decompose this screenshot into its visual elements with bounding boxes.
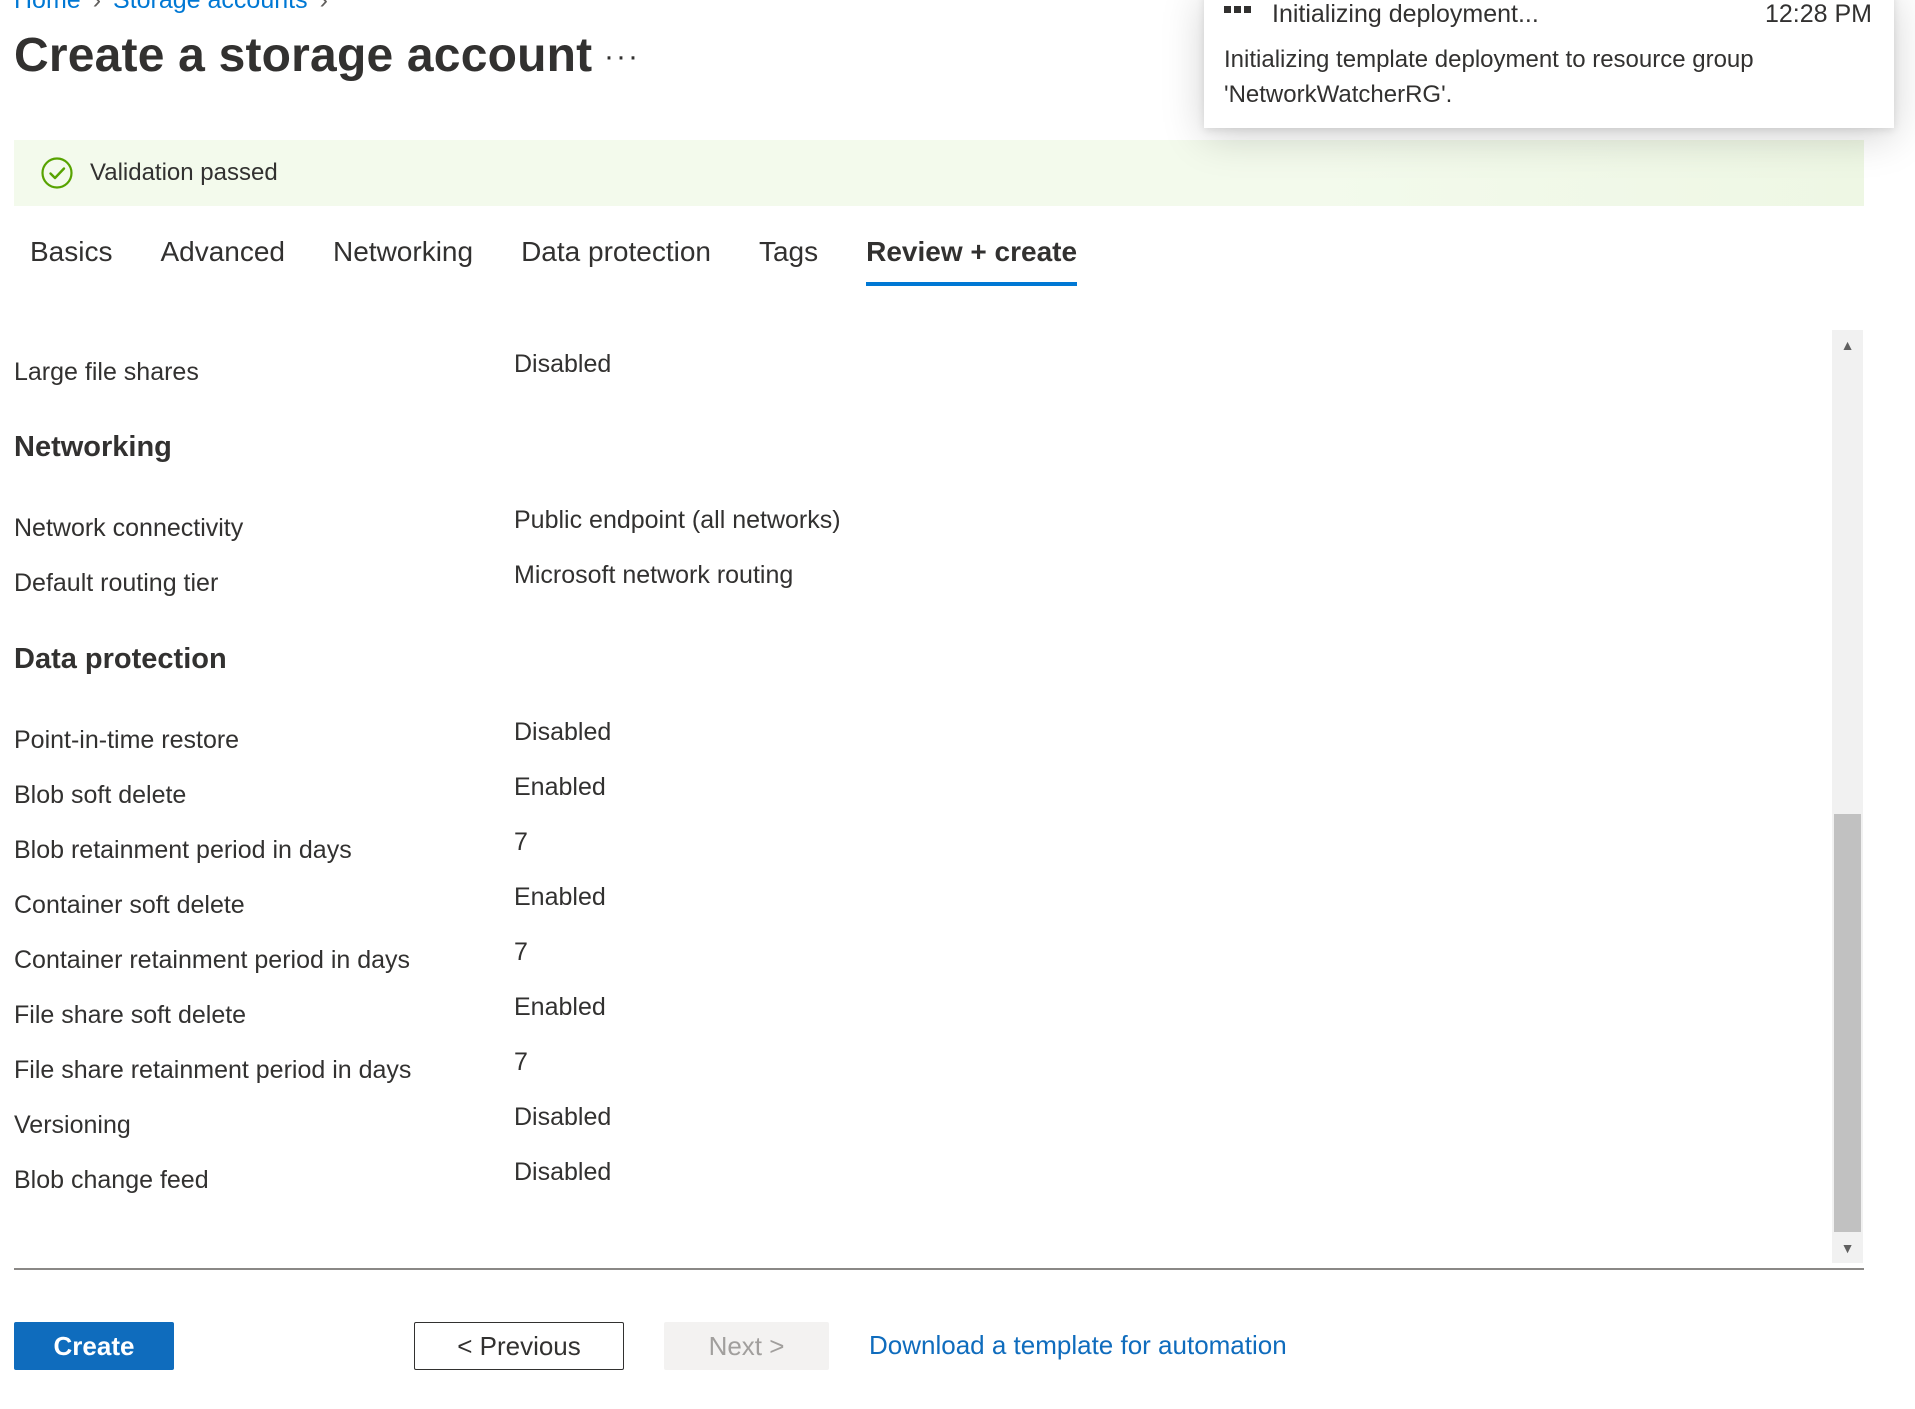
summary-row-blob-soft-delete: Blob soft delete Enabled [14,773,1814,813]
summary-value: Enabled [514,883,606,911]
notification-title: Initializing deployment... [1272,0,1539,28]
tab-basics[interactable]: Basics [30,232,112,286]
scrollbar-thumb[interactable] [1834,814,1861,1232]
breadcrumb-home-link[interactable]: Home [14,0,81,14]
validation-banner: Validation passed [14,140,1864,206]
breadcrumb-separator: › [319,0,328,14]
summary-row-point-in-time-restore: Point-in-time restore Disabled [14,718,1814,758]
summary-value: Disabled [514,1158,612,1186]
summary-value: Enabled [514,773,606,801]
summary-value: Disabled [514,718,612,746]
previous-button[interactable]: < Previous [414,1322,624,1370]
validation-text: Validation passed [90,159,278,186]
close-icon[interactable]: ✕ [1873,0,1890,5]
tab-data-protection[interactable]: Data protection [521,232,711,286]
notification-time: 12:28 PM [1764,0,1872,28]
progress-dots-icon [1224,6,1251,13]
summary-value: Disabled [514,350,612,378]
summary-row-file-share-retainment-period: File share retainment period in days 7 [14,1048,1814,1088]
summary-row-container-retainment-period: Container retainment period in days 7 [14,938,1814,978]
more-options-button[interactable]: ··· [604,40,640,74]
section-heading-networking: Networking [14,431,172,463]
summary-label: Network connectivity [14,514,244,542]
summary-value: Public endpoint (all networks) [514,506,841,534]
summary-value: 7 [514,1048,528,1076]
section-heading-data-protection: Data protection [14,643,227,675]
summary-label: Blob change feed [14,1166,209,1194]
next-button[interactable]: Next > [664,1322,829,1370]
tab-advanced[interactable]: Advanced [160,232,285,286]
wizard-tabs: Basics Advanced Networking Data protecti… [30,232,1125,286]
scroll-up-arrow-icon[interactable]: ▲ [1832,330,1863,360]
summary-row-container-soft-delete: Container soft delete Enabled [14,883,1814,923]
download-template-link[interactable]: Download a template for automation [869,1330,1287,1361]
footer-divider [14,1268,1864,1270]
summary-label: Container retainment period in days [14,946,411,974]
summary-row-file-share-soft-delete: File share soft delete Enabled [14,993,1814,1033]
summary-label: Versioning [14,1111,131,1139]
scroll-down-arrow-icon[interactable]: ▼ [1832,1233,1863,1263]
summary-label: Blob retainment period in days [14,836,352,864]
summary-row-blob-change-feed: Blob change feed Disabled [14,1158,1814,1198]
summary-label: Point-in-time restore [14,726,240,754]
summary-row-versioning: Versioning Disabled [14,1103,1814,1143]
summary-row-blob-retainment-period: Blob retainment period in days 7 [14,828,1814,868]
tab-networking[interactable]: Networking [333,232,473,286]
summary-value: Disabled [514,1103,612,1131]
summary-value: Microsoft network routing [514,561,794,589]
summary-label: Blob soft delete [14,781,187,809]
summary-value: 7 [514,828,528,856]
breadcrumb: Home › Storage accounts › [14,0,340,15]
deployment-notification[interactable]: Initializing deployment... 12:28 PM ✕ In… [1204,0,1894,128]
summary-label: File share retainment period in days [14,1056,412,1084]
summary-value: Enabled [514,993,606,1021]
breadcrumb-storage-accounts-link[interactable]: Storage accounts [113,0,308,14]
create-button[interactable]: Create [14,1322,174,1370]
vertical-scrollbar[interactable]: ▲ ▼ [1832,330,1863,1263]
summary-label: File share soft delete [14,1001,247,1029]
summary-value: 7 [514,938,528,966]
tab-review-create[interactable]: Review + create [866,232,1078,286]
summary-label: Default routing tier [14,569,219,597]
page-title: Create a storage account [14,29,593,82]
summary-row-default-routing-tier: Default routing tier Microsoft network r… [14,561,1814,601]
breadcrumb-separator: › [92,0,102,14]
summary-label: Container soft delete [14,891,245,919]
tab-tags[interactable]: Tags [759,232,818,286]
summary-label: Large file shares [14,358,199,386]
summary-row-network-connectivity: Network connectivity Public endpoint (al… [14,506,1814,546]
create-storage-account-page: Home › Storage accounts › Create a storage … [0,0,1915,1409]
summary-row-large-file-shares: Large file shares Disabled [14,350,1814,390]
notification-message: Initializing template deployment to reso… [1224,46,1754,108]
review-summary: Large file shares Disabled Networking Ne… [14,330,1834,1235]
check-circle-icon [41,157,73,189]
